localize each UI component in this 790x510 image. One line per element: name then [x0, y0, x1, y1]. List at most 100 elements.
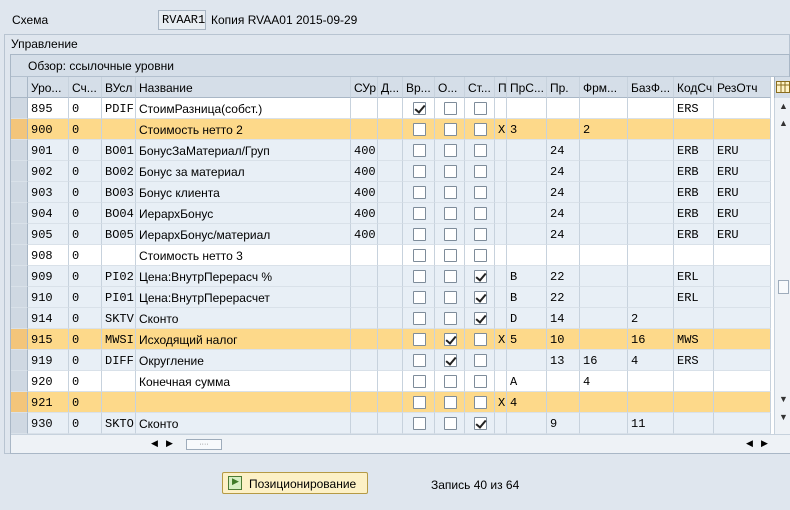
- stat-checkbox[interactable]: [474, 144, 487, 157]
- stat-checkbox[interactable]: [474, 123, 487, 136]
- cell-lvl[interactable]: 915: [28, 329, 69, 350]
- cell-subtotal[interactable]: [507, 350, 547, 371]
- cell-acct[interactable]: MWS: [674, 329, 714, 350]
- cell-from[interactable]: [351, 308, 378, 329]
- cell-lvl[interactable]: 910: [28, 287, 69, 308]
- cell-name[interactable]: [136, 392, 351, 413]
- row-selector[interactable]: [11, 140, 28, 161]
- scroll-up-icon[interactable]: ▲: [779, 101, 788, 111]
- cell-p[interactable]: [495, 203, 507, 224]
- cell-from[interactable]: 400: [351, 140, 378, 161]
- cell-lvl[interactable]: 908: [28, 245, 69, 266]
- cell-subtotal[interactable]: [507, 140, 547, 161]
- manual-checkbox[interactable]: [413, 270, 426, 283]
- cell-p[interactable]: [495, 371, 507, 392]
- cell-cond[interactable]: [102, 245, 136, 266]
- cell-cnt[interactable]: 0: [69, 413, 102, 434]
- cell-base[interactable]: [628, 98, 674, 119]
- cell-to[interactable]: [378, 350, 403, 371]
- cell-from[interactable]: [351, 350, 378, 371]
- scroll-down-small-icon[interactable]: ▼: [779, 394, 788, 404]
- cell-req[interactable]: 22: [547, 266, 580, 287]
- cell-req[interactable]: 14: [547, 308, 580, 329]
- cell-base[interactable]: 16: [628, 329, 674, 350]
- cell-name[interactable]: ИерархБонус: [136, 203, 351, 224]
- row-selector[interactable]: [11, 287, 28, 308]
- cell-acct[interactable]: [674, 371, 714, 392]
- cell-name[interactable]: Цена:ВнутрПерерасч %: [136, 266, 351, 287]
- cell-acct[interactable]: [674, 308, 714, 329]
- row-selector[interactable]: [11, 203, 28, 224]
- column-header-subtotal[interactable]: ПрС...: [507, 77, 547, 98]
- cell-cond[interactable]: SKTV: [102, 308, 136, 329]
- cell-name[interactable]: Стоимость нетто 3: [136, 245, 351, 266]
- cell-lvl[interactable]: 909: [28, 266, 69, 287]
- cell-accr[interactable]: [714, 350, 771, 371]
- cell-req[interactable]: 13: [547, 350, 580, 371]
- cell-base[interactable]: [628, 287, 674, 308]
- scroll-right-end-icon[interactable]: ▶: [761, 438, 768, 449]
- row-selector[interactable]: [11, 392, 28, 413]
- cell-cnt[interactable]: 0: [69, 392, 102, 413]
- cell-acct[interactable]: [674, 392, 714, 413]
- column-header-lvl[interactable]: Уро...: [28, 77, 69, 98]
- cell-from[interactable]: 400: [351, 224, 378, 245]
- row-selector[interactable]: [11, 245, 28, 266]
- cell-base[interactable]: 11: [628, 413, 674, 434]
- cell-from[interactable]: [351, 266, 378, 287]
- cell-cnt[interactable]: 0: [69, 119, 102, 140]
- cell-to[interactable]: [378, 308, 403, 329]
- cell-base[interactable]: [628, 266, 674, 287]
- cell-p[interactable]: X: [495, 119, 507, 140]
- oblig-checkbox[interactable]: [444, 270, 457, 283]
- cell-accr[interactable]: [714, 119, 771, 140]
- cell-cnt[interactable]: 0: [69, 329, 102, 350]
- cell-cnt[interactable]: 0: [69, 224, 102, 245]
- schema-input[interactable]: RVAAR1: [158, 10, 206, 30]
- cell-cond[interactable]: [102, 392, 136, 413]
- table-row[interactable]: 902 0 BO02 Бонус за материал 400 24 ERB ERU: [11, 161, 771, 182]
- cell-lvl[interactable]: 919: [28, 350, 69, 371]
- cell-calc[interactable]: [580, 308, 628, 329]
- oblig-checkbox[interactable]: [444, 333, 457, 346]
- cell-acct[interactable]: ERS: [674, 350, 714, 371]
- oblig-checkbox[interactable]: [444, 228, 457, 241]
- cell-from[interactable]: 400: [351, 203, 378, 224]
- stat-checkbox[interactable]: [474, 375, 487, 388]
- oblig-checkbox[interactable]: [444, 354, 457, 367]
- cell-from[interactable]: [351, 98, 378, 119]
- cell-acct[interactable]: ERB: [674, 161, 714, 182]
- cell-base[interactable]: [628, 392, 674, 413]
- cell-lvl[interactable]: 905: [28, 224, 69, 245]
- cell-cond[interactable]: BO01: [102, 140, 136, 161]
- cell-cond[interactable]: PI02: [102, 266, 136, 287]
- cell-acct[interactable]: [674, 245, 714, 266]
- cell-from[interactable]: [351, 371, 378, 392]
- manual-checkbox[interactable]: [413, 144, 426, 157]
- cell-name[interactable]: Сконто: [136, 308, 351, 329]
- cell-cond[interactable]: BO04: [102, 203, 136, 224]
- cell-p[interactable]: X: [495, 392, 507, 413]
- cell-name[interactable]: Конечная сумма: [136, 371, 351, 392]
- scroll-up-small-icon[interactable]: ▲: [779, 118, 788, 128]
- cell-cond[interactable]: BO03: [102, 182, 136, 203]
- column-header-name[interactable]: Название: [136, 77, 351, 98]
- cell-to[interactable]: [378, 140, 403, 161]
- cell-name[interactable]: Стоимость нетто 2: [136, 119, 351, 140]
- column-header-cnt[interactable]: Сч...: [69, 77, 102, 98]
- row-selector[interactable]: [11, 182, 28, 203]
- cell-p[interactable]: [495, 266, 507, 287]
- row-selector[interactable]: [11, 371, 28, 392]
- stat-checkbox[interactable]: [474, 417, 487, 430]
- cell-accr[interactable]: [714, 266, 771, 287]
- cell-from[interactable]: 400: [351, 161, 378, 182]
- cell-p[interactable]: [495, 182, 507, 203]
- cell-lvl[interactable]: 921: [28, 392, 69, 413]
- cell-base[interactable]: 2: [628, 308, 674, 329]
- cell-lvl[interactable]: 914: [28, 308, 69, 329]
- manual-checkbox[interactable]: [413, 312, 426, 325]
- cell-subtotal[interactable]: [507, 203, 547, 224]
- cell-calc[interactable]: [580, 287, 628, 308]
- cell-calc[interactable]: 2: [580, 119, 628, 140]
- column-header-cond[interactable]: ВУсл: [102, 77, 136, 98]
